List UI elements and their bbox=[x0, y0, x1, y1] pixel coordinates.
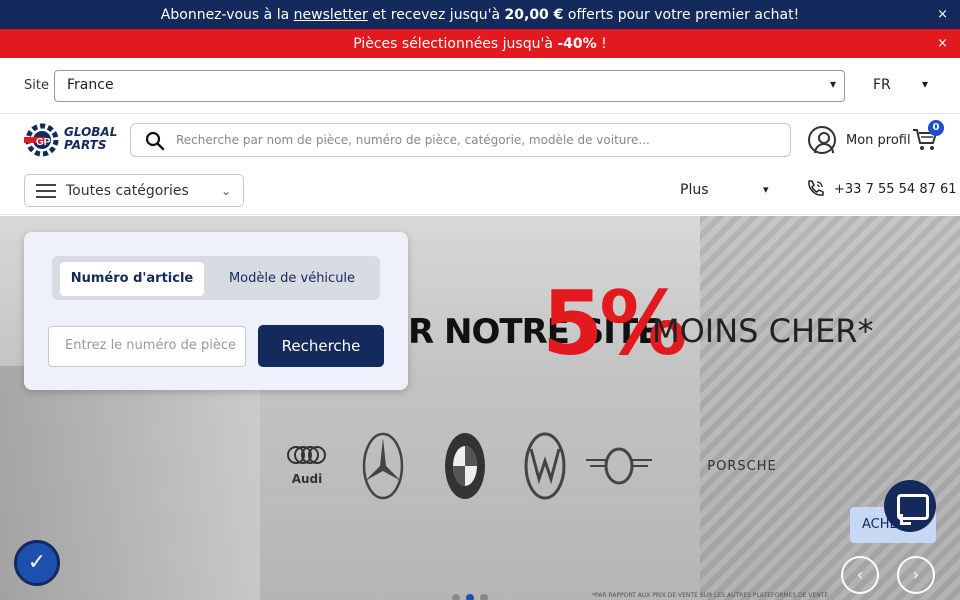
hero-footnote: *PAR RAPPORT AUX PRIX DE VENTE SUR LES A… bbox=[592, 592, 829, 599]
logo-gear-icon: GP bbox=[18, 123, 59, 157]
chat-icon[interactable] bbox=[884, 480, 936, 532]
announcement-suffix: offerts pour votre premier achat! bbox=[567, 6, 800, 23]
slider-dot-active[interactable] bbox=[466, 594, 474, 600]
slider-next-button[interactable]: › bbox=[897, 556, 935, 594]
profile-link[interactable]: Mon profil bbox=[808, 125, 911, 155]
chevron-down-icon: ▾ bbox=[763, 183, 769, 196]
tab-vehicle-model[interactable]: Modèle de véhicule bbox=[212, 262, 372, 296]
part-number-input[interactable]: Entrez le numéro de pièce bbox=[48, 326, 246, 367]
volkswagen-logo bbox=[510, 428, 580, 504]
search-tabs: Numéro d'article Modèle de véhicule bbox=[52, 256, 380, 300]
search-button[interactable]: Recherche bbox=[258, 325, 384, 367]
promo-bar: Pièces sélectionnées jusqu'à -40% ! × bbox=[0, 29, 960, 58]
announcement-prefix: Abonnez-vous à la bbox=[160, 6, 290, 23]
promo-discount: -40% bbox=[557, 35, 597, 52]
porsche-logo: PORSCHE bbox=[707, 458, 777, 474]
announcement-middle: et recevez jusqu'à bbox=[372, 6, 501, 23]
newsletter-link[interactable]: newsletter bbox=[294, 7, 368, 23]
mini-logo bbox=[584, 428, 654, 504]
navigation-row: Toutes catégories ⌄ Plus ▾ +33 7 55 54 8… bbox=[0, 165, 960, 215]
site-select-value: France bbox=[67, 77, 114, 93]
close-promo-icon[interactable]: × bbox=[937, 37, 948, 50]
all-categories-label: Toutes catégories bbox=[66, 183, 189, 199]
global-parts-logo[interactable]: GP GLOBAL PARTS bbox=[18, 122, 118, 158]
mercedes-logo bbox=[348, 428, 418, 504]
cart-count-badge: 0 bbox=[928, 120, 944, 136]
search-icon[interactable] bbox=[145, 131, 165, 151]
main-header: GP GLOBAL PARTS Recherche par nom de piè… bbox=[0, 115, 960, 165]
language-select[interactable]: FR bbox=[873, 77, 891, 93]
site-label: Site bbox=[24, 78, 49, 93]
site-selector-row: Site France ▾ FR ▾ bbox=[0, 58, 960, 114]
slider-dots bbox=[452, 594, 488, 600]
bmw-logo bbox=[430, 428, 500, 504]
search-placeholder: Recherche par nom de pièce, numéro de pi… bbox=[176, 133, 650, 147]
audi-logo: Audi bbox=[272, 428, 342, 504]
chevron-down-icon: ▾ bbox=[829, 77, 836, 91]
slider-dot[interactable] bbox=[452, 594, 460, 600]
all-categories-button[interactable]: Toutes catégories ⌄ bbox=[24, 174, 244, 207]
chevron-down-icon: ⌄ bbox=[220, 184, 231, 198]
cart-button[interactable]: 0 bbox=[911, 120, 944, 154]
search-input[interactable]: Recherche par nom de pièce, numéro de pi… bbox=[130, 123, 791, 157]
hero-tagline: MOINS CHER* bbox=[652, 312, 874, 350]
user-icon bbox=[808, 126, 836, 154]
brand-logos: Audi PORSCHE bbox=[272, 428, 792, 504]
part-search-card: Numéro d'article Modèle de véhicule Entr… bbox=[24, 232, 408, 390]
announcement-amount: 20,00 € bbox=[504, 6, 564, 23]
accessibility-icon[interactable]: ✓ bbox=[14, 540, 60, 586]
phone-number[interactable]: +33 7 55 54 87 61 bbox=[834, 182, 957, 197]
slider-dot[interactable] bbox=[480, 594, 488, 600]
phone-icon bbox=[808, 180, 824, 196]
promo-suffix: ! bbox=[601, 35, 607, 52]
chevron-down-icon: ▾ bbox=[922, 77, 929, 91]
menu-icon bbox=[36, 184, 56, 198]
newsletter-announcement-bar: Abonnez-vous à la newsletter et recevez … bbox=[0, 0, 960, 29]
svg-text:GP: GP bbox=[36, 137, 51, 148]
profile-label: Mon profil bbox=[846, 132, 911, 148]
tab-part-number[interactable]: Numéro d'article bbox=[60, 262, 204, 296]
slider-prev-button[interactable]: ‹ bbox=[841, 556, 879, 594]
site-select[interactable]: France ▾ bbox=[54, 70, 845, 102]
close-announcement-icon[interactable]: × bbox=[937, 8, 948, 21]
logo-wordmark: GLOBAL PARTS bbox=[64, 125, 118, 152]
more-menu[interactable]: Plus bbox=[680, 182, 709, 198]
promo-prefix: Pièces sélectionnées jusqu'à bbox=[353, 35, 553, 52]
